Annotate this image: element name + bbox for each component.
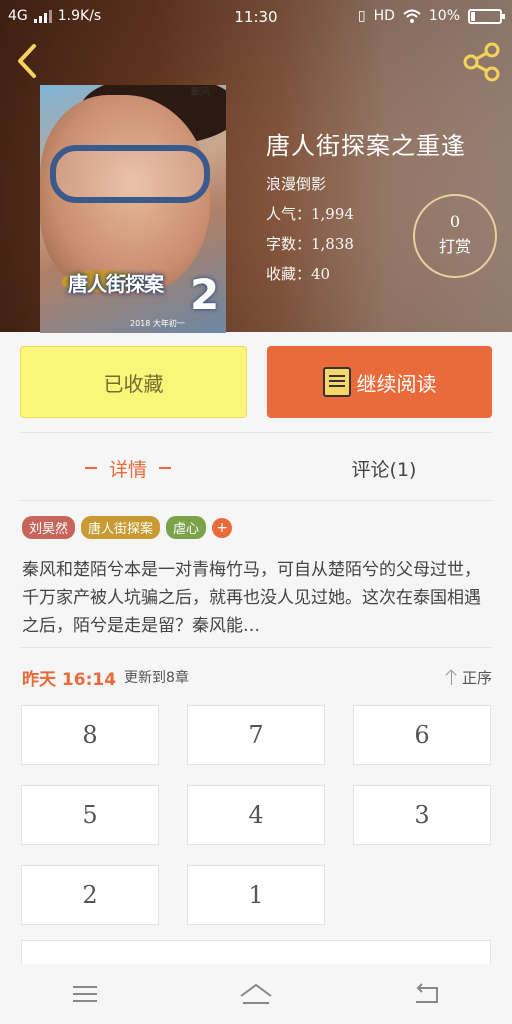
home-icon <box>240 983 272 1004</box>
tag-item[interactable]: 唐人街探案 <box>81 516 161 539</box>
reward-label: 打赏 <box>438 237 471 256</box>
chapter-button[interactable]: 1 <box>187 865 325 925</box>
arrow-up-icon <box>446 669 458 685</box>
chapter-grid: 8 7 6 5 4 3 2 1 <box>21 705 491 925</box>
sort-order-button[interactable]: 正序 <box>446 667 492 688</box>
chapter-button[interactable]: 4 <box>187 785 325 845</box>
menu-icon <box>73 986 98 1002</box>
tag-list: 刘昊然 唐人街探案 虐心 + <box>22 516 233 539</box>
divider <box>20 500 492 501</box>
favorite-button[interactable]: 已收藏 <box>20 346 247 418</box>
update-row: 昨天 16:14 更新到8章 正序 <box>22 663 492 691</box>
continue-reading-button[interactable]: 继续阅读 <box>267 346 492 418</box>
chapter-button[interactable]: 7 <box>187 705 325 765</box>
cover-title: 唐人街探案 <box>68 272 164 296</box>
battery-percent: 10% <box>428 8 460 24</box>
update-time: 昨天 16:14 <box>22 669 117 690</box>
system-nav-bar <box>0 964 512 1024</box>
share-icon <box>463 42 500 82</box>
reward-button[interactable]: 0 打赏 <box>413 194 497 278</box>
cover-date: 2018 大年初一 <box>130 319 185 328</box>
divider <box>20 432 492 433</box>
tab-details-label: 详情 <box>108 458 147 481</box>
menu-button[interactable] <box>65 979 105 1009</box>
cover-character-name: 秦风 <box>190 87 210 98</box>
status-right: ▯ HD 10% <box>357 8 505 24</box>
back-nav-button[interactable] <box>407 979 447 1009</box>
continue-reading-label: 继续阅读 <box>356 371 437 396</box>
home-button[interactable] <box>236 979 276 1009</box>
tab-indicator-left <box>84 467 97 469</box>
add-tag-button[interactable]: + <box>212 517 233 538</box>
chapter-button[interactable]: 2 <box>21 865 159 925</box>
chapter-button[interactable]: 6 <box>353 705 491 765</box>
back-arrow-icon <box>415 983 438 1003</box>
update-text: 更新到8章 <box>124 670 189 686</box>
divider <box>20 647 492 648</box>
book-description[interactable]: 秦风和楚陌兮本是一对青梅竹马，可自从楚陌兮的父母过世，千万家产被人坑骗之后，就再… <box>22 556 492 640</box>
action-buttons: 已收藏 继续阅读 <box>20 346 492 418</box>
book-title: 唐人街探案之重逢 <box>266 132 466 160</box>
tab-indicator-right <box>159 467 171 469</box>
book-icon <box>322 367 351 397</box>
cover-number: 2 <box>190 270 220 319</box>
sort-order-label: 正序 <box>461 668 492 687</box>
status-bar: 4G 1.9K/s 11:30 ▯ HD 10% <box>0 0 512 34</box>
favorite-label: 已收藏 <box>103 371 164 396</box>
hd-indicator: HD <box>373 8 395 24</box>
wifi-icon <box>403 9 421 23</box>
cover-glasses <box>50 145 210 203</box>
chevron-left-icon <box>18 44 36 78</box>
tab-details[interactable]: 详情 <box>0 440 256 496</box>
battery-icon <box>468 8 505 24</box>
chapter-button[interactable]: 3 <box>353 785 491 845</box>
reward-count: 0 <box>449 212 461 231</box>
vibrate-icon: ▯ <box>357 8 366 24</box>
chapter-button[interactable]: 5 <box>21 785 159 845</box>
tab-bar: 详情 评论(1) <box>0 440 512 496</box>
chapter-button[interactable]: 8 <box>21 705 159 765</box>
tag-item[interactable]: 刘昊然 <box>22 516 76 539</box>
tag-item[interactable]: 虐心 <box>166 516 207 539</box>
book-author[interactable]: 浪漫倒影 <box>266 173 466 194</box>
tab-comments-label: 评论(1) <box>351 458 417 481</box>
tab-comments[interactable]: 评论(1) <box>256 440 512 496</box>
share-button[interactable] <box>462 42 502 82</box>
back-button[interactable] <box>12 42 42 80</box>
